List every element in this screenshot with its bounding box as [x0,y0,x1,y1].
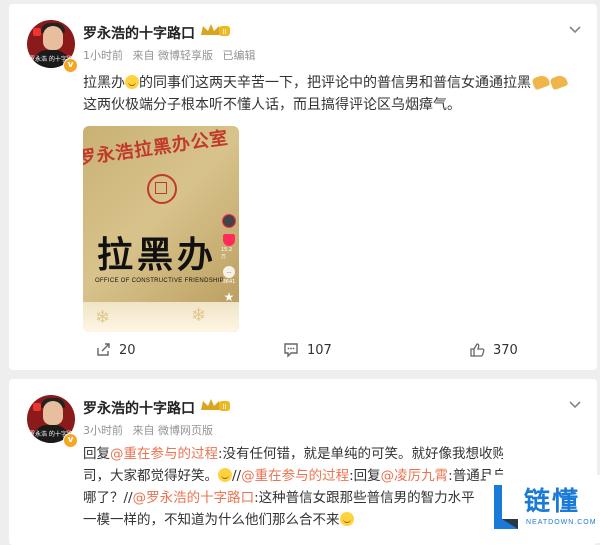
repost-line: 哪了？//@罗永浩的十字路口:这种普信女跟那些普信男的智力水平 [83,487,503,509]
like-count: 370 [493,342,518,358]
repost-separator: // [123,490,133,506]
smile-emoji-icon [339,512,354,526]
svg-text:II: II [222,28,226,36]
mention-link[interactable]: @罗永浩的十字路口 [133,490,255,506]
creator-avatar-icon [222,214,236,228]
repost-text-part: 一模一样的，不知道为什么他们那么合不来 [83,512,340,528]
verified-badge-icon: v [63,433,78,448]
like-count: 15.2万 [221,247,233,260]
channel-logo [33,403,41,411]
repost-line: 一模一样的，不知道为什么他们那么合不来 [83,509,503,531]
heart-icon [223,234,235,246]
edited-label[interactable]: 已编辑 [223,49,256,62]
repost-line: 回复@重在参与的过程:没有任何错，就是单纯的可笑。就好像我想收购苹果公 [83,443,503,465]
repost-button[interactable]: 20 [95,342,136,358]
comment-icon [284,343,298,358]
post-meta: 3小时前 来自 微博网页版 [83,422,219,438]
hand-emoji-icon [531,73,551,91]
post-time[interactable]: 3小时前 [83,424,123,437]
post-text: 拉黑办 的同事们这两天辛苦一下，把评论中的普信男和普信女通通拉黑 这两伙极端分子根… [83,72,573,116]
svg-text:II: II [222,403,226,411]
watermark-subtext: NEATDOWN.COM [526,519,597,526]
repost-text-part: 哪了？ [83,490,124,506]
chevron-down-icon[interactable] [569,401,581,409]
repost-text-part: :这种普信女跟那些普信男的智力水平 [254,490,475,506]
video-side-bar: 15.2万 … 3641 ★ [221,214,237,303]
neatdown-logo-icon [494,485,518,529]
reply-label: 回复 [83,446,110,462]
weibo-post-card: 罗永浩 的十字路口 v 罗永浩的十字路口 II 1小时前 来自 微博轻享版 已编… [9,4,597,370]
repost-line: 司，大家都觉得好笑。//@重在参与的过程:回复@凌厉九霄:普通且自信错在 [83,465,503,487]
post-time[interactable]: 1小时前 [83,49,123,62]
image-big-text: 拉黑办 [97,234,218,276]
vip-crown-icon[interactable]: II [199,398,231,412]
image-arc-text: 罗永浩拉黑办公室 [83,127,230,170]
comment-button[interactable]: 107 [283,342,332,358]
image-english-text: OFFICE OF CONSTRUCTIVE FRIENDSHIP [95,278,224,284]
hand-emoji-icon [549,73,569,91]
seal-icon [147,174,177,204]
post-source: 来自 微博网页版 [132,424,214,437]
star-icon: ★ [223,290,235,304]
avatar-face [43,401,63,425]
repost-separator: // [232,468,242,484]
post-text-part: 拉黑办 [83,75,125,91]
post-image[interactable]: 罗永浩拉黑办公室 拉黑办 OFFICE OF CONSTRUCTIVE FRIE… [83,126,239,332]
site-watermark: 链懂 NEATDOWN.COM [486,475,600,543]
snowflake-icon: ❄ [95,307,111,328]
chevron-down-icon[interactable] [569,26,581,34]
post-actions: 20 107 370 [9,342,597,362]
verified-badge-icon: v [63,58,78,73]
channel-logo [33,28,41,36]
post-text-part: 的同事们这两天辛苦一下，把评论中的普信男和普信女通通拉黑 [139,75,531,91]
smile-emoji-icon [125,75,139,89]
repost-text-part: :回复 [349,468,381,484]
watermark-text: 链懂 [524,487,581,517]
mention-link[interactable]: @重在参与的过程 [241,468,349,484]
mention-link[interactable]: @重在参与的过程 [110,446,218,462]
repost-count: 20 [119,342,136,358]
vip-crown-icon[interactable]: II [199,23,231,37]
snowflake-icon: ❄ [191,305,207,326]
comment-count: 107 [307,342,332,358]
post-text-part: 这两伙极端分子根本听不懂人话，而且搞得评论区乌烟瘴气。 [83,97,461,113]
smile-emoji-icon [218,468,232,482]
repost-text-part: :没有任何错，就是单纯的可笑。就好像我想收购苹果公 [218,446,503,462]
mention-link[interactable]: @凌厉九霄 [381,468,449,484]
thumbs-up-icon [470,343,485,357]
comment-bubble-icon: … [223,266,235,278]
post-username[interactable]: 罗永浩的十字路口 [83,23,195,43]
post-meta: 1小时前 来自 微博轻享版 已编辑 [83,47,262,63]
repost-text: 回复@重在参与的过程:没有任何错，就是单纯的可笑。就好像我想收购苹果公 司，大家… [83,443,503,531]
comment-count: 3641 [222,279,236,285]
repost-text-part: 司，大家都觉得好笑。 [83,468,218,484]
post-source: 来自 微博轻享版 [132,49,214,62]
repost-icon [97,343,110,356]
post-username[interactable]: 罗永浩的十字路口 [83,398,195,418]
avatar-face [43,26,63,50]
like-button[interactable]: 370 [469,342,518,358]
